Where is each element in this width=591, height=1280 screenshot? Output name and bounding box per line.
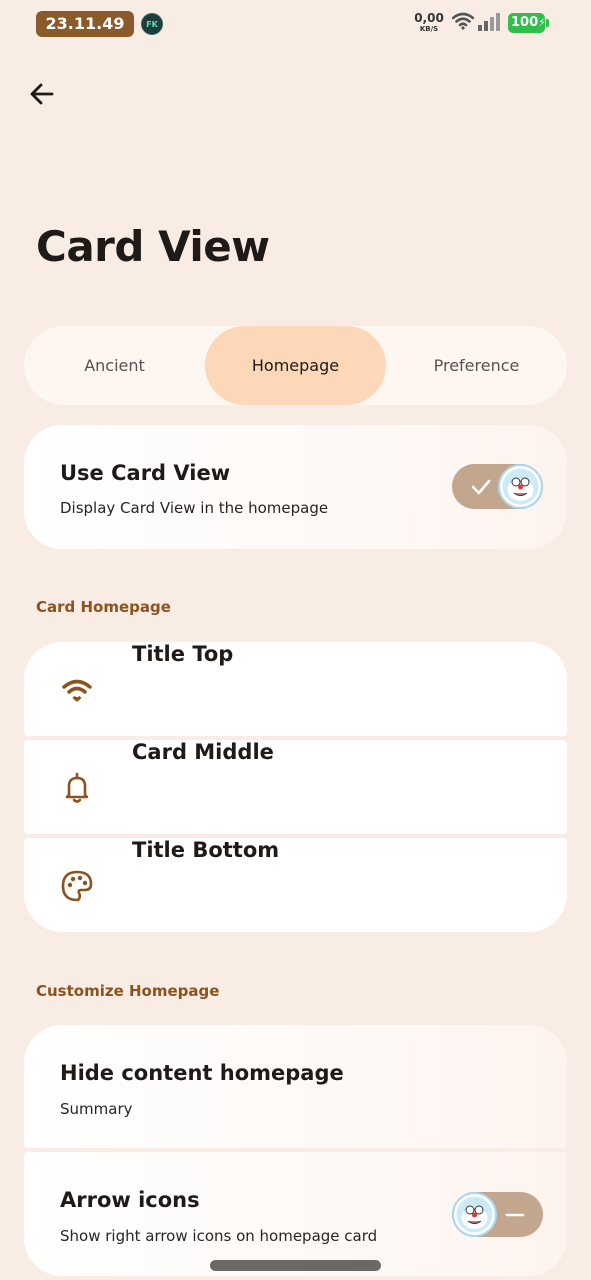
hide-content-title: Hide content homepage: [60, 1061, 344, 1085]
list-item-card-middle[interactable]: Card Middle: [24, 740, 567, 834]
list-item-label: Card Middle: [132, 740, 274, 764]
bell-icon: [65, 772, 89, 803]
net-speed-unit: KB/S: [419, 25, 439, 33]
tab-homepage[interactable]: Homepage: [205, 326, 386, 405]
use-card-view-setting[interactable]: Use Card View Display Card View in the h…: [24, 425, 567, 549]
toggle-knob-mascot-icon: [498, 464, 543, 509]
net-speed: 0,00 KB/S: [414, 12, 444, 34]
battery-level: 100: [511, 15, 539, 30]
list-item-label: Title Bottom: [132, 838, 280, 862]
toggle-knob-mascot-icon: [452, 1192, 497, 1237]
check-icon: [471, 479, 491, 495]
list-item-title-bottom[interactable]: Title Bottom: [24, 838, 567, 932]
back-button[interactable]: [26, 78, 58, 110]
dash-icon: [505, 1213, 525, 1217]
charging-bolt-icon: ⚡: [538, 16, 546, 29]
palette-icon: [61, 870, 93, 902]
arrow-icons-title: Arrow icons: [60, 1188, 200, 1212]
section-card-homepage: Card Homepage: [36, 598, 171, 616]
wifi-icon: [62, 679, 92, 702]
list-item-title-top[interactable]: Title Top: [24, 642, 567, 736]
arrow-icons-subtitle: Show right arrow icons on homepage card: [60, 1227, 378, 1245]
use-card-view-subtitle: Display Card View in the homepage: [60, 499, 329, 517]
app-badge-icon: FK: [141, 13, 163, 35]
wifi-status-icon: [452, 12, 474, 30]
tab-bar: Ancient Homepage Preference: [24, 326, 567, 405]
tab-preference[interactable]: Preference: [386, 326, 567, 405]
status-bar: 23.11.49 FK 0,00 KB/S 100⚡: [0, 0, 591, 48]
list-item-label: Title Top: [132, 642, 234, 666]
tab-ancient[interactable]: Ancient: [24, 326, 205, 405]
hide-content-homepage-setting[interactable]: Hide content homepage Summary: [24, 1025, 567, 1148]
signal-icon: [478, 13, 500, 31]
arrow-left-icon: [30, 83, 54, 105]
arrow-icons-setting[interactable]: Arrow icons Show right arrow icons on ho…: [24, 1152, 567, 1276]
net-speed-value: 0,00: [414, 11, 444, 25]
section-customize-homepage: Customize Homepage: [36, 982, 220, 1000]
page-title: Card View: [36, 222, 270, 271]
use-card-view-toggle[interactable]: [452, 464, 543, 509]
battery-icon: 100⚡: [508, 13, 549, 33]
arrow-icons-toggle[interactable]: [452, 1192, 543, 1237]
hide-content-subtitle: Summary: [60, 1100, 133, 1118]
use-card-view-title: Use Card View: [60, 461, 231, 485]
gesture-nav-handle[interactable]: [210, 1260, 381, 1271]
status-time: 23.11.49: [36, 11, 134, 37]
